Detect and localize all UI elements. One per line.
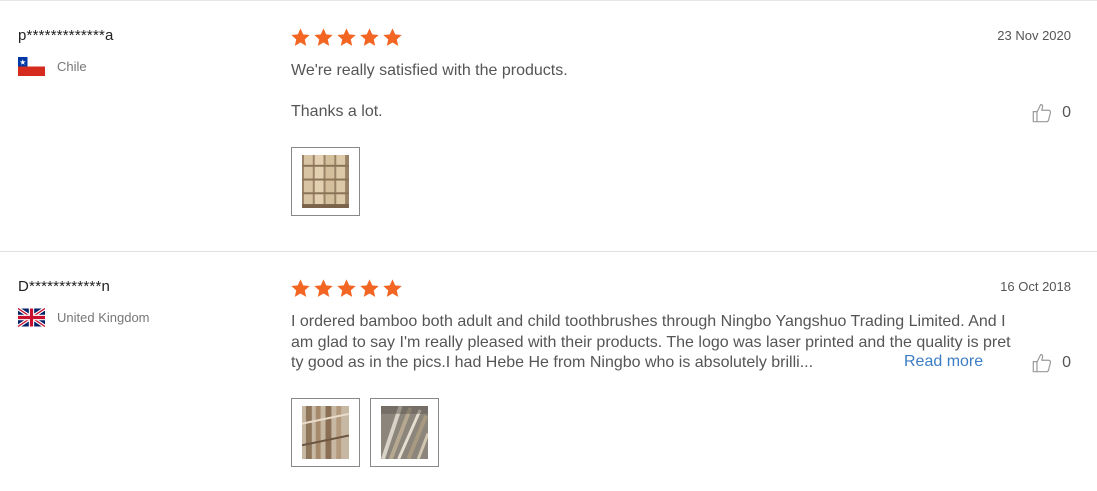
reviewer-name: p*************a (18, 27, 114, 44)
review-card: D************n United Kingdom 16 Oct 201… (0, 253, 1097, 491)
like-button[interactable]: 0 (1031, 352, 1071, 374)
review-photo[interactable] (291, 147, 360, 216)
like-button[interactable]: 0 (1031, 102, 1071, 124)
review-date: 16 Oct 2018 (1000, 279, 1071, 294)
read-more-link[interactable]: Read more (904, 353, 983, 371)
uk-flag-icon (18, 308, 45, 327)
reviewer-country: Chile (18, 57, 87, 76)
thumbs-up-icon (1032, 104, 1052, 123)
review-text-line: ty good as in the pics.I had Hebe He fro… (291, 354, 814, 371)
star-icon (360, 28, 379, 46)
star-icon (337, 279, 356, 297)
review-text-line: I ordered bamboo both adult and child to… (291, 313, 1006, 330)
review-text-line: We're really satisfied with the products… (291, 62, 568, 79)
star-icon (337, 28, 356, 46)
star-icon (360, 279, 379, 297)
rating-stars (290, 278, 405, 299)
country-name: United Kingdom (57, 310, 150, 325)
review-text-line: am glad to say I'm really pleased with t… (291, 333, 1011, 351)
star-icon (314, 28, 333, 46)
review-card: p*************a Chile 23 Nov 2020 We're … (0, 1, 1097, 252)
like-count: 0 (1062, 354, 1071, 371)
review-photo[interactable] (291, 398, 360, 467)
star-icon (291, 28, 310, 46)
thumbs-up-icon (1032, 354, 1052, 373)
photo-thumbnail (302, 155, 349, 208)
like-count: 0 (1062, 104, 1071, 121)
reviewer-country: United Kingdom (18, 308, 150, 327)
review-text-line: Thanks a lot. (291, 103, 383, 120)
star-icon (383, 279, 402, 297)
review-photo[interactable] (370, 398, 439, 467)
reviewer-name: D************n (18, 278, 111, 295)
star-icon (291, 279, 310, 297)
chile-flag-icon (18, 57, 45, 76)
photo-thumbnail (301, 406, 350, 459)
star-icon (383, 28, 402, 46)
country-name: Chile (57, 59, 87, 74)
star-icon (314, 279, 333, 297)
photo-thumbnail (381, 405, 430, 460)
rating-stars (290, 27, 405, 48)
review-date: 23 Nov 2020 (997, 28, 1071, 43)
